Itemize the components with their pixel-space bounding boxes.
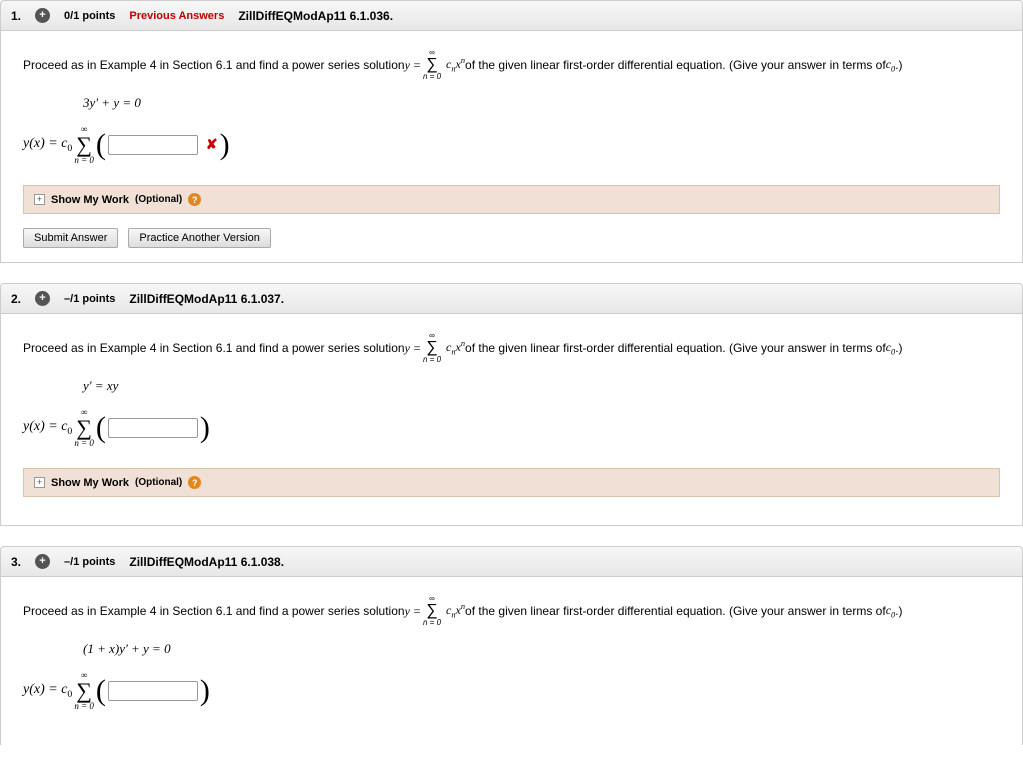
question-3: 3. + –/1 points ZillDiffEQModAp11 6.1.03…	[0, 546, 1023, 745]
source-reference: ZillDiffEQModAp11 6.1.038.	[129, 555, 284, 569]
answer-prefix: y(x) = c0	[23, 682, 72, 700]
show-work-optional: (Optional)	[135, 477, 182, 488]
help-icon[interactable]: ?	[188, 476, 201, 489]
sigma-icon: ∞ ∑ n = 0	[423, 49, 441, 81]
question-header: 1. + 0/1 points Previous Answers ZillDif…	[0, 0, 1023, 31]
practice-another-button[interactable]: Practice Another Version	[128, 228, 270, 248]
prompt-c0: c0	[886, 603, 896, 619]
prompt-text-post: of the given linear first-order differen…	[465, 58, 886, 72]
question-number: 1.	[11, 9, 21, 23]
help-icon[interactable]: ?	[188, 193, 201, 206]
sigma-icon: ∞ ∑ n = 0	[74, 408, 94, 448]
left-paren-icon: (	[96, 676, 106, 706]
previous-answers-link[interactable]: Previous Answers	[129, 10, 224, 22]
points-label: 0/1 points	[64, 10, 115, 22]
question-header: 3. + –/1 points ZillDiffEQModAp11 6.1.03…	[0, 546, 1023, 577]
prompt: Proceed as in Example 4 in Section 6.1 a…	[23, 332, 1000, 364]
expand-box-icon[interactable]: +	[34, 194, 45, 205]
answer-prefix: y(x) = c0	[23, 419, 72, 437]
show-work-label: Show My Work	[51, 477, 129, 489]
prompt: Proceed as in Example 4 in Section 6.1 a…	[23, 49, 1000, 81]
prompt-eq-lhs: y =	[405, 341, 421, 356]
expand-box-icon[interactable]: +	[34, 477, 45, 488]
answer-prefix: y(x) = c0	[23, 136, 72, 154]
answer-input[interactable]	[108, 681, 198, 701]
prompt-sum-term: cnxn	[443, 602, 465, 619]
sigma-icon: ∞ ∑ n = 0	[423, 595, 441, 627]
submit-answer-button[interactable]: Submit Answer	[23, 228, 118, 248]
prompt-close: .)	[895, 604, 902, 618]
incorrect-icon: ✘	[206, 137, 218, 154]
answer-input[interactable]	[108, 418, 198, 438]
question-1: 1. + 0/1 points Previous Answers ZillDif…	[0, 0, 1023, 263]
question-body: Proceed as in Example 4 in Section 6.1 a…	[0, 31, 1023, 263]
prompt-sum-term: cnxn	[443, 339, 465, 356]
right-paren-icon: )	[220, 130, 230, 160]
question-body: Proceed as in Example 4 in Section 6.1 a…	[0, 577, 1023, 745]
answer-input[interactable]	[108, 135, 198, 155]
prompt-sum-term: cnxn	[443, 56, 465, 73]
show-my-work-bar[interactable]: + Show My Work (Optional) ?	[23, 185, 1000, 214]
prompt-text-pre: Proceed as in Example 4 in Section 6.1 a…	[23, 58, 405, 72]
prompt: Proceed as in Example 4 in Section 6.1 a…	[23, 595, 1000, 627]
right-paren-icon: )	[200, 413, 210, 443]
prompt-text-pre: Proceed as in Example 4 in Section 6.1 a…	[23, 604, 405, 618]
show-work-optional: (Optional)	[135, 194, 182, 205]
question-number: 3.	[11, 555, 21, 569]
left-paren-icon: (	[96, 413, 106, 443]
differential-equation: (1 + x)y' + y = 0	[83, 641, 1000, 657]
prompt-close: .)	[895, 58, 902, 72]
prompt-text-post: of the given linear first-order differen…	[465, 341, 886, 355]
prompt-text-pre: Proceed as in Example 4 in Section 6.1 a…	[23, 341, 405, 355]
prompt-eq-lhs: y =	[405, 604, 421, 619]
answer-line: y(x) = c0 ∞ ∑ n = 0 ( )	[23, 671, 1000, 711]
question-number: 2.	[11, 292, 21, 306]
sigma-icon: ∞ ∑ n = 0	[74, 671, 94, 711]
question-2: 2. + –/1 points ZillDiffEQModAp11 6.1.03…	[0, 283, 1023, 526]
prompt-close: .)	[895, 341, 902, 355]
prompt-c0: c0	[886, 340, 896, 356]
left-paren-icon: (	[96, 130, 106, 160]
show-work-label: Show My Work	[51, 194, 129, 206]
button-row: Submit Answer Practice Another Version	[23, 228, 1000, 248]
points-label: –/1 points	[64, 293, 115, 305]
prompt-c0: c0	[886, 57, 896, 73]
right-paren-icon: )	[200, 676, 210, 706]
sigma-icon: ∞ ∑ n = 0	[423, 332, 441, 364]
prompt-text-post: of the given linear first-order differen…	[465, 604, 886, 618]
answer-line: y(x) = c0 ∞ ∑ n = 0 ( ✘ )	[23, 125, 1000, 165]
differential-equation: y' = xy	[83, 378, 1000, 394]
answer-line: y(x) = c0 ∞ ∑ n = 0 ( )	[23, 408, 1000, 448]
source-reference: ZillDiffEQModAp11 6.1.036.	[238, 9, 393, 23]
expand-icon[interactable]: +	[35, 554, 50, 569]
points-label: –/1 points	[64, 556, 115, 568]
prompt-eq-lhs: y =	[405, 58, 421, 73]
show-my-work-bar[interactable]: + Show My Work (Optional) ?	[23, 468, 1000, 497]
question-body: Proceed as in Example 4 in Section 6.1 a…	[0, 314, 1023, 526]
source-reference: ZillDiffEQModAp11 6.1.037.	[129, 292, 284, 306]
expand-icon[interactable]: +	[35, 8, 50, 23]
question-header: 2. + –/1 points ZillDiffEQModAp11 6.1.03…	[0, 283, 1023, 314]
differential-equation: 3y' + y = 0	[83, 95, 1000, 111]
expand-icon[interactable]: +	[35, 291, 50, 306]
sigma-icon: ∞ ∑ n = 0	[74, 125, 94, 165]
